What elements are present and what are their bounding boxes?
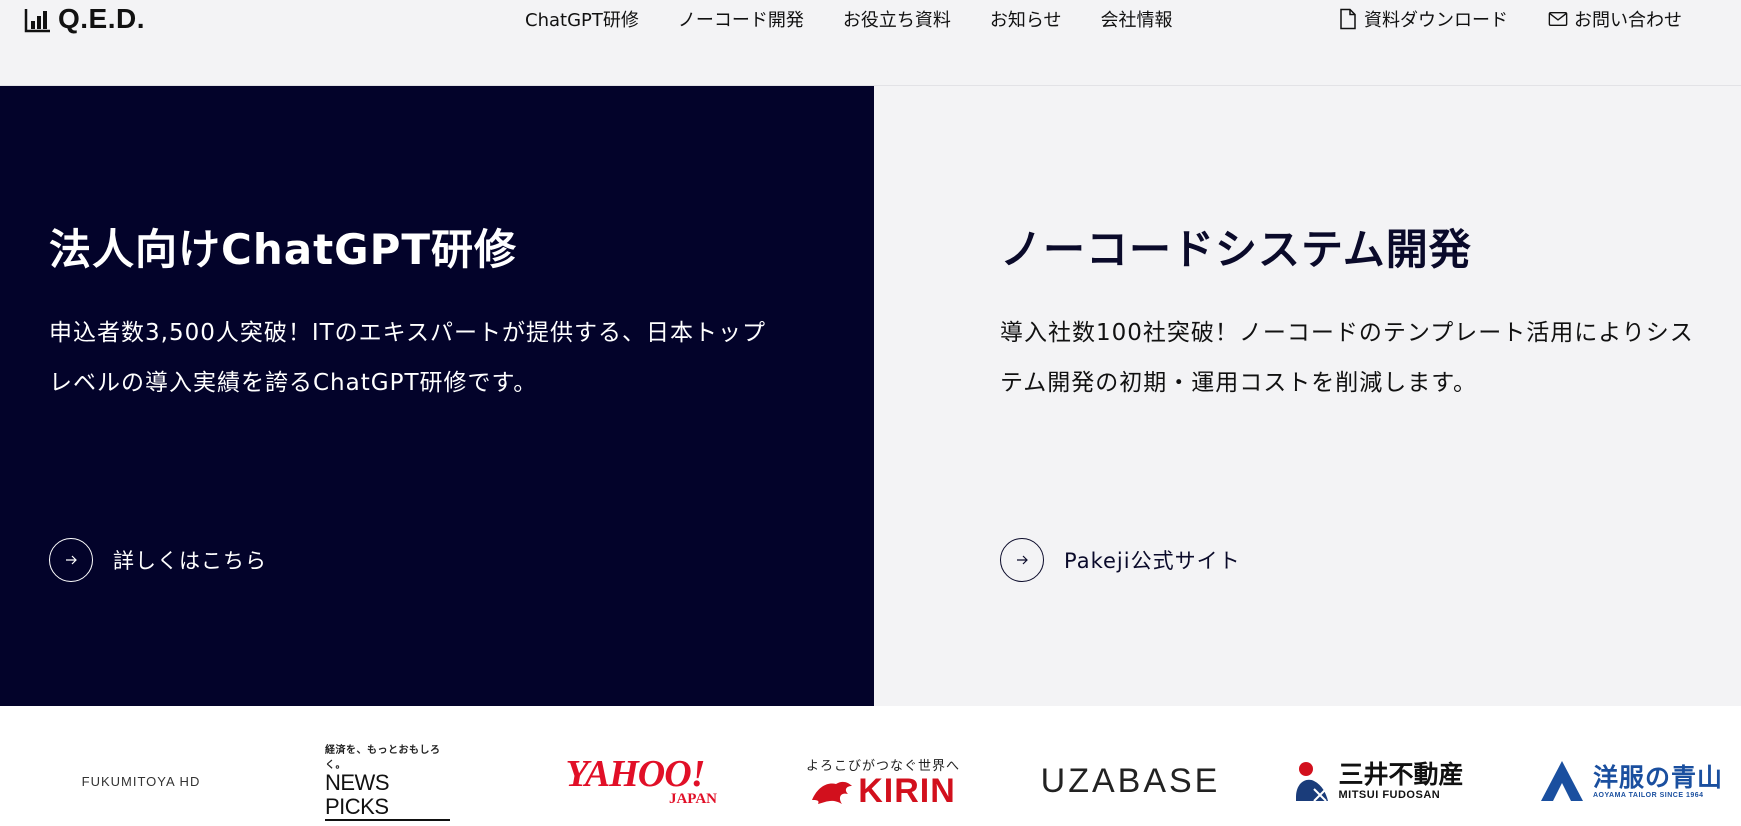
yahoo-text: YAHOO! <box>565 753 706 795</box>
uzabase-logo: UZABASE <box>1038 746 1223 816</box>
yahoo-japan-text: JAPAN <box>668 791 717 807</box>
fukumitoya-logo: FUKUMITOYA HD <box>56 746 226 816</box>
mitsui-mark-icon <box>1296 762 1329 802</box>
qed-logo[interactable]: Q.E.D. <box>24 3 146 34</box>
pakeji-site-label: Pakeji公式サイト <box>1064 549 1241 573</box>
arrow-right-icon <box>1000 538 1044 582</box>
contact-link[interactable]: お問い合わせ <box>1548 6 1682 32</box>
download-link[interactable]: 資料ダウンロード <box>1338 6 1508 32</box>
uzabase-text: UZABASE <box>1040 761 1221 800</box>
nav-chatgpt-training[interactable]: ChatGPT研修 <box>525 6 639 32</box>
main-nav: ChatGPT研修 ノーコード開発 お役立ち資料 お知らせ 会社情報 <box>525 0 1212 38</box>
yahoo-japan-logo: YAHOO! JAPAN <box>545 746 725 816</box>
panel-title: ノーコードシステム開発 <box>1000 225 1472 274</box>
mail-icon <box>1548 11 1568 27</box>
document-icon <box>1340 8 1356 30</box>
panel-description: 申込者数3,500人突破！ITのエキスパートが提供する、日本トップレベルの導入実… <box>49 320 766 396</box>
aoyama-mark-icon <box>1540 761 1583 801</box>
site-header: Q.E.D. ChatGPT研修 ノーコード開発 お役立ち資料 お知らせ 会社情… <box>0 0 1741 86</box>
nocode-development-panel: ノーコードシステム開発 導入社数100社突破！ノーコードのテンプレート活用により… <box>874 86 1741 706</box>
kirin-text: KIRIN <box>858 771 956 810</box>
bar-chart-icon <box>24 9 50 33</box>
client-logos-strip: FUKUMITOYA HD 経済を、もっとおもしろく。 NEWS PICKS Y… <box>0 706 1741 826</box>
kirin-tagline: よろこびがつなぐ世界へ <box>805 758 960 774</box>
mitsui-text-block: 三井不動産 MITSUI FUDOSAN <box>1338 760 1464 802</box>
fukumitoya-text: FUKUMITOYA HD <box>81 773 201 789</box>
newspicks-logo: 経済を、もっとおもしろく。 NEWS PICKS <box>325 745 450 821</box>
details-link-label: 詳しくはこちら <box>113 549 267 573</box>
kirin-logo: よろこびがつなぐ世界へ KIRIN <box>793 746 973 816</box>
nav-resources[interactable]: お役立ち資料 <box>843 6 951 32</box>
kirin-wordmark-row: KIRIN <box>810 774 956 808</box>
aoyama-text: 洋服の青山 <box>1592 762 1723 792</box>
nav-company[interactable]: 会社情報 <box>1101 6 1173 32</box>
mitsui-text: 三井不動産 <box>1338 760 1464 789</box>
pakeji-site-link[interactable]: Pakeji公式サイト <box>1000 538 1241 582</box>
mitsui-fudosan-logo: 三井不動産 MITSUI FUDOSAN <box>1288 746 1468 816</box>
aoyama-logo: 洋服の青山 AOYAMA TAILOR SINCE 1964 <box>1536 746 1726 816</box>
panel-title: 法人向けChatGPT研修 <box>49 225 518 274</box>
contact-label: お問い合わせ <box>1574 10 1682 31</box>
chatgpt-training-panel: 法人向けChatGPT研修 申込者数3,500人突破！ITのエキスパートが提供す… <box>0 86 874 706</box>
aoyama-sub-text: AOYAMA TAILOR SINCE 1964 <box>1592 791 1704 799</box>
nav-nocode-development[interactable]: ノーコード開発 <box>678 6 804 32</box>
nav-news[interactable]: お知らせ <box>990 6 1062 32</box>
details-link[interactable]: 詳しくはこちら <box>49 538 267 582</box>
download-label: 資料ダウンロード <box>1364 10 1508 31</box>
newspicks-tagline: 経済を、もっとおもしろく。 <box>325 745 441 771</box>
aoyama-text-block: 洋服の青山 AOYAMA TAILOR SINCE 1964 <box>1592 762 1723 799</box>
utility-nav: 資料ダウンロード お問い合わせ <box>1338 0 1682 38</box>
logo-text: Q.E.D. <box>58 3 146 34</box>
newspicks-text: NEWS PICKS <box>325 771 450 821</box>
mitsui-sub-text: MITSUI FUDOSAN <box>1338 789 1441 801</box>
arrow-right-icon <box>49 538 93 582</box>
panel-description: 導入社数100社突破！ノーコードのテンプレート活用によりシステム開発の初期・運用… <box>1000 320 1694 396</box>
kirin-mark-icon <box>812 781 853 804</box>
